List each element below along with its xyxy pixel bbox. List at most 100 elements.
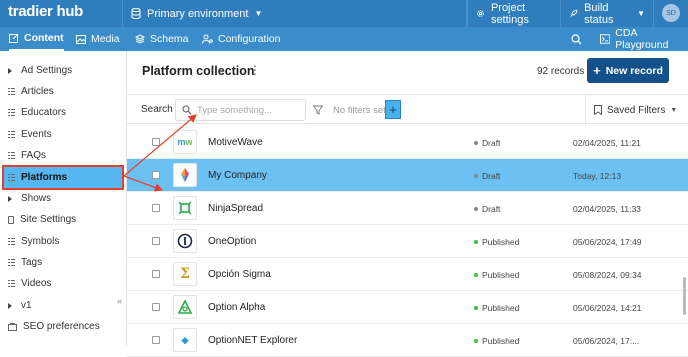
color-drop-logo-icon [181, 168, 189, 182]
table-row[interactable]: My Company Draft Today, 12:13 [127, 159, 688, 192]
tab-media[interactable]: Media [76, 27, 120, 51]
status-badge: Published [474, 303, 519, 313]
updated-date: 05/08/2024, 09:34 [573, 270, 642, 280]
search-input[interactable]: Type something... [175, 99, 306, 121]
avatar[interactable]: SD [662, 4, 680, 22]
sidebar-item-tags[interactable]: Tags [0, 252, 120, 273]
build-status-button[interactable]: Build status ▼ [560, 0, 653, 27]
users-config-icon [202, 34, 213, 44]
status-dot [474, 339, 478, 343]
sidebar-item-label: Videos [21, 278, 52, 289]
tab-schema[interactable]: Schema [135, 27, 189, 51]
table-row[interactable]: mw MotiveWave Draft 02/04/2025, 11:21 [127, 126, 688, 159]
status-badge: Published [474, 237, 519, 247]
cda-playground-button[interactable]: CDA Playground [600, 27, 688, 51]
sidebar-item-site-settings[interactable]: Site Settings [0, 209, 120, 230]
search-label: Search [141, 104, 173, 115]
table-row[interactable]: Σ Opción Sigma Published 05/08/2024, 09:… [127, 258, 688, 291]
sidebar-item-v1[interactable]: v1 [0, 295, 120, 316]
row-checkbox[interactable] [152, 204, 160, 212]
record-name: NinjaSpread [208, 203, 264, 214]
sidebar-item-platforms[interactable]: Platforms [2, 165, 124, 190]
chevron-down-icon: ▼ [670, 106, 678, 114]
sidebar-item-label: v1 [21, 300, 32, 311]
optionnet-logo-icon: ◆ [181, 334, 189, 345]
record-name: My Company [208, 170, 267, 181]
platform-thumbnail: ◆ [173, 328, 197, 352]
sidebar-item-faqs[interactable]: FAQs [0, 145, 120, 166]
status-dot [474, 306, 478, 310]
sidebar-item-label: Articles [21, 86, 54, 97]
collapse-sidebar-icon[interactable]: « [117, 296, 122, 306]
table-row[interactable]: NinjaSpread Draft 02/04/2025, 11:33 [127, 192, 688, 225]
search-placeholder: Type something... [197, 104, 272, 116]
row-checkbox[interactable] [152, 138, 160, 146]
table-row[interactable]: ◆ OptionNET Explorer Published 05/06/202… [127, 324, 688, 357]
row-checkbox[interactable] [152, 303, 160, 311]
list-icon [8, 280, 15, 287]
app-logo[interactable]: tradier hub [8, 3, 83, 20]
document-icon [8, 215, 14, 224]
status-badge: Draft [474, 138, 500, 148]
sidebar-item-seo-preferences[interactable]: SEO preferences [0, 316, 120, 337]
database-icon [131, 8, 141, 19]
add-filter-button[interactable]: + [385, 100, 401, 119]
filter-label: No filters set [333, 104, 386, 116]
row-checkbox[interactable] [152, 336, 160, 344]
sidebar-item-label: Educators [21, 107, 67, 118]
status-label: Draft [482, 138, 501, 148]
table-row[interactable]: Option Alpha Published 05/06/2024, 14:21 [127, 291, 688, 324]
sidebar-item-shows[interactable]: Shows [0, 188, 120, 209]
platform-thumbnail [173, 163, 197, 187]
row-checkbox[interactable] [152, 237, 160, 245]
sidebar-item-ad-settings[interactable]: Ad Settings [0, 60, 120, 81]
status-label: Draft [482, 204, 501, 214]
list-icon [8, 259, 15, 266]
environment-label: Primary environment [147, 7, 249, 20]
chevron-down-icon: ▼ [637, 9, 645, 18]
status-dot [474, 141, 478, 145]
row-checkbox[interactable] [152, 171, 160, 179]
more-options-icon[interactable]: ⋮ [249, 63, 261, 77]
cda-playground-label: CDA Playground [615, 27, 669, 51]
caret-right-icon [8, 195, 12, 202]
build-status-label: Build status [584, 1, 614, 26]
image-icon [76, 34, 86, 44]
list-icon [8, 131, 15, 138]
sidebar-item-symbols[interactable]: Symbols [0, 231, 120, 252]
environment-selector[interactable]: Primary environment ▼ [122, 0, 467, 27]
sidebar-item-events[interactable]: Events [0, 124, 120, 145]
status-dot [474, 174, 478, 178]
table-row[interactable]: OneOption Published 05/06/2024, 17:49 [127, 225, 688, 258]
scrollbar[interactable] [683, 277, 686, 315]
filter-icon [313, 105, 323, 115]
terminal-icon [600, 34, 611, 44]
sidebar-item-videos[interactable]: Videos [0, 273, 120, 294]
status-dot [474, 273, 478, 277]
caret-right-icon [8, 302, 12, 309]
tab-content[interactable]: Content [9, 27, 64, 51]
sigma-logo-icon: Σ [180, 266, 190, 282]
collection-title: Platform collection [142, 64, 255, 78]
project-settings-label: Project settings [490, 1, 529, 26]
global-search-button[interactable] [571, 27, 582, 51]
sidebar-item-articles[interactable]: Articles [0, 81, 120, 102]
saved-filters-button[interactable]: Saved Filters ▼ [585, 95, 688, 125]
record-name: Opción Sigma [208, 269, 271, 280]
list-icon [8, 88, 15, 95]
updated-date: 05/06/2024, 17:49 [573, 237, 642, 247]
row-checkbox[interactable] [152, 270, 160, 278]
project-settings-button[interactable]: Project settings [467, 0, 560, 27]
new-record-button[interactable]: + New record [587, 58, 669, 83]
status-badge: Draft [474, 171, 500, 181]
platform-thumbnail [173, 196, 197, 220]
logo-text: tradier hub [8, 3, 84, 20]
tab-content-label: Content [24, 32, 64, 44]
status-label: Published [482, 270, 520, 280]
sidebar-item-educators[interactable]: Educators [0, 102, 120, 123]
ninja-logo-icon [178, 201, 192, 215]
main-panel: Platform collection ⋮ 92 records + New r… [127, 51, 688, 357]
record-name: OptionNET Explorer [208, 335, 298, 346]
status-dot [474, 207, 478, 211]
tab-configuration[interactable]: Configuration [202, 27, 280, 51]
